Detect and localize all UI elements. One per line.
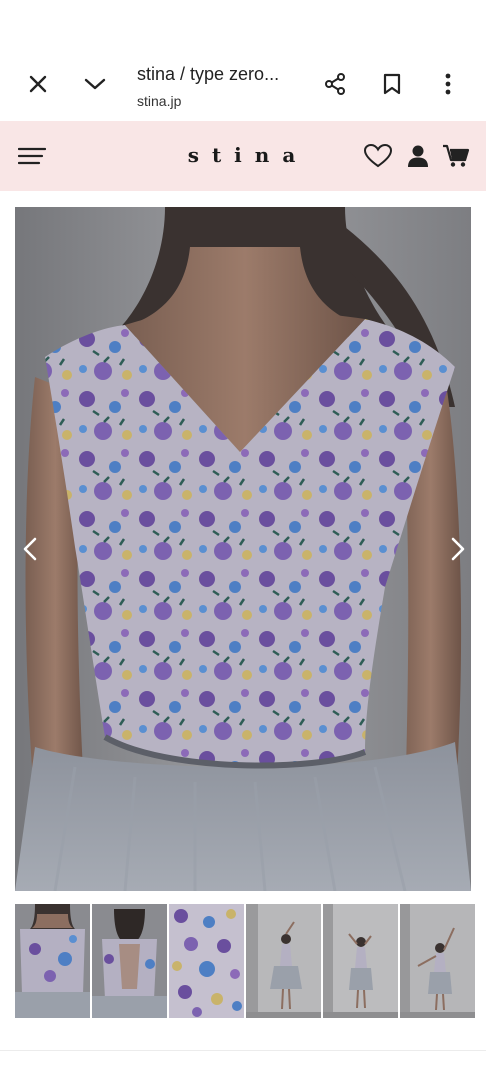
account-icon[interactable] [404,142,432,170]
thumbnail-strip [15,904,475,1018]
heart-icon[interactable] [364,142,392,170]
more-vert-icon[interactable] [428,64,468,104]
browser-toolbar: stina / type zero... stina.jp [0,48,486,120]
page-url[interactable]: stina.jp [137,93,181,109]
thumbnail-back[interactable] [92,904,167,1018]
site-header: stina [0,121,486,191]
page-title: stina / type zero... [137,64,280,84]
thumbnail-pose-1[interactable] [246,904,321,1018]
chevron-down-icon[interactable] [75,64,115,104]
section-divider [0,1050,486,1051]
thumbnail-fabric[interactable] [169,904,244,1018]
share-icon[interactable] [315,64,355,104]
thumbnail-front[interactable] [15,904,90,1018]
previous-image-arrow-icon[interactable] [19,537,43,561]
close-icon[interactable] [18,64,58,104]
cart-icon[interactable] [442,142,470,170]
next-image-arrow-icon[interactable] [445,537,469,561]
thumbnail-pose-3[interactable] [400,904,475,1018]
bookmark-icon[interactable] [372,64,412,104]
product-main-image[interactable] [15,207,471,891]
thumbnail-pose-2[interactable] [323,904,398,1018]
